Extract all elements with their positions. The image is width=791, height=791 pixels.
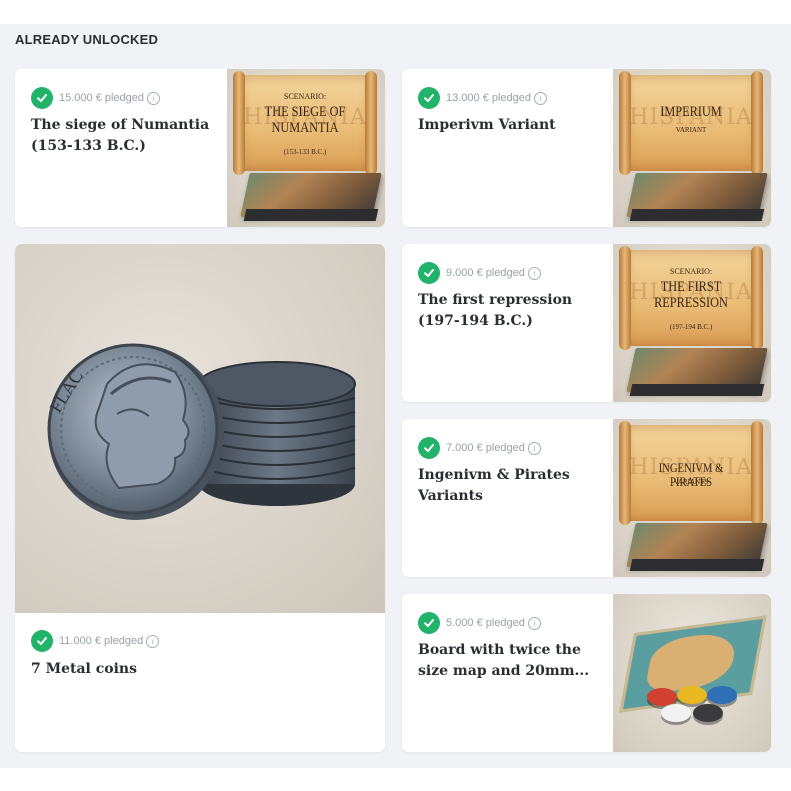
pledge-info: 5.000 € pledged i: [418, 612, 541, 634]
pledge-amount: 11.000 € pledged: [59, 635, 144, 647]
reward-image: HISPANIA SCENARIO: THE FIRST REPRESSION …: [613, 244, 771, 402]
pledge-amount: 5.000 € pledged: [446, 617, 525, 629]
reward-card-ingenivm-pirates[interactable]: 7.000 € pledged i Ingenivm & Pirates Var…: [402, 419, 771, 577]
check-icon: [418, 87, 440, 109]
scroll-artwork: HISPANIA IMPERIUM VARIANT: [619, 71, 763, 175]
metal-coins-image: FLAC: [45, 343, 356, 520]
reward-image: HISPANIA INGENIVM & PIRATES VARIANTS: [613, 419, 771, 577]
check-icon: [31, 630, 53, 652]
info-icon[interactable]: i: [147, 91, 161, 105]
pledge-info: 11.000 € pledged i: [31, 630, 160, 652]
scroll-artwork: HISPANIA SCENARIO: THE SIEGE OF NUMANTIA…: [233, 71, 377, 175]
pledge-info: 7.000 € pledged i: [418, 437, 541, 459]
pledge-info: 15.000 € pledged i: [31, 87, 161, 109]
reward-title: The siege of Numantia (153-133 B.C.): [31, 117, 210, 154]
pledge-info: 13.000 € pledged i: [418, 87, 548, 109]
reward-title: Imperivm Variant: [418, 117, 556, 133]
reward-title: The first repression (197-194 B.C.): [418, 292, 573, 329]
info-icon[interactable]: i: [527, 266, 541, 280]
reward-card-numantia[interactable]: 15.000 € pledged i The siege of Numantia…: [15, 69, 385, 227]
info-icon[interactable]: i: [534, 91, 548, 105]
reward-title: Board with twice the size map and 20mm..…: [418, 642, 590, 679]
reward-title: 7 Metal coins: [31, 661, 137, 677]
reward-title: Ingenivm & Pirates Variants: [418, 467, 570, 504]
section-title: ALREADY UNLOCKED: [15, 32, 159, 47]
scroll-artwork: HISPANIA SCENARIO: THE FIRST REPRESSION …: [619, 246, 763, 350]
check-icon: [31, 87, 53, 109]
coin-front: FLAC: [45, 343, 224, 520]
pledge-amount: 13.000 € pledged: [446, 92, 532, 104]
reward-image: FLAC: [15, 244, 385, 613]
check-icon: [418, 612, 440, 634]
pledge-amount: 9.000 € pledged: [446, 267, 525, 279]
info-icon[interactable]: i: [146, 634, 160, 648]
reward-image: HISPANIA SCENARIO: THE SIEGE OF NUMANTIA…: [227, 69, 385, 227]
check-icon: [418, 437, 440, 459]
disc-blue: [707, 686, 737, 704]
reward-image: [613, 594, 771, 752]
disc-white: [661, 704, 691, 722]
check-icon: [418, 262, 440, 284]
info-icon[interactable]: i: [527, 616, 541, 630]
reward-image: HISPANIA IMPERIUM VARIANT: [613, 69, 771, 227]
reward-card-big-board[interactable]: 5.000 € pledged i Board with twice the s…: [402, 594, 771, 752]
disc-black: [693, 704, 723, 722]
reward-card-imperivm[interactable]: 13.000 € pledged i Imperivm Variant HISP…: [402, 69, 771, 227]
pledge-info: 9.000 € pledged i: [418, 262, 541, 284]
reward-card-metal-coins[interactable]: FLAC 11.000 € pledged i 7 Metal coins: [15, 244, 385, 752]
info-icon[interactable]: i: [527, 441, 541, 455]
reward-card-first-repression[interactable]: 9.000 € pledged i The first repression (…: [402, 244, 771, 402]
scroll-artwork: HISPANIA INGENIVM & PIRATES VARIANTS: [619, 421, 763, 525]
disc-yellow: [677, 686, 707, 704]
pledge-amount: 7.000 € pledged: [446, 442, 525, 454]
pledge-amount: 15.000 € pledged: [59, 92, 145, 104]
